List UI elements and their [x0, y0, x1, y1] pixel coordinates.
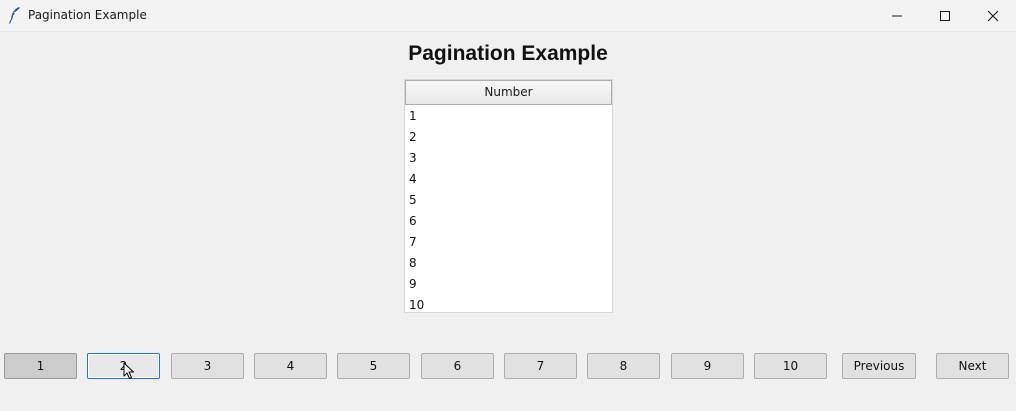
- page-button-1[interactable]: 1: [4, 353, 77, 379]
- page-button-3[interactable]: 3: [171, 353, 244, 379]
- page-heading: Pagination Example: [408, 42, 608, 65]
- minimize-button[interactable]: [874, 0, 920, 31]
- page-button-7[interactable]: 7: [504, 353, 577, 379]
- page-button-5[interactable]: 5: [337, 353, 410, 379]
- minimize-icon: [891, 10, 903, 22]
- table-body: 1 2 3 4 5 6 7 8 9 10: [405, 105, 612, 316]
- table-row[interactable]: 5: [405, 190, 612, 211]
- table-row[interactable]: 9: [405, 274, 612, 295]
- title-bar: Pagination Example: [0, 0, 1016, 32]
- close-icon: [987, 10, 999, 22]
- page-button-6[interactable]: 6: [421, 353, 494, 379]
- page-button-8[interactable]: 8: [587, 353, 660, 379]
- page-button-2[interactable]: 2: [87, 353, 160, 379]
- table-row[interactable]: 8: [405, 253, 612, 274]
- table-row[interactable]: 6: [405, 211, 612, 232]
- number-table[interactable]: Number 1 2 3 4 5 6 7 8 9 10: [404, 79, 613, 313]
- page-button-9[interactable]: 9: [671, 353, 744, 379]
- table-row[interactable]: 1: [405, 106, 612, 127]
- page-button-4[interactable]: 4: [254, 353, 327, 379]
- table-row[interactable]: 2: [405, 127, 612, 148]
- feather-icon: [8, 6, 22, 24]
- table-row[interactable]: 10: [405, 295, 612, 316]
- page-button-10[interactable]: 10: [754, 353, 827, 379]
- table-row[interactable]: 4: [405, 169, 612, 190]
- table-row[interactable]: 3: [405, 148, 612, 169]
- maximize-button[interactable]: [922, 0, 968, 31]
- column-header-number[interactable]: Number: [405, 80, 612, 105]
- close-button[interactable]: [970, 0, 1016, 31]
- table-row[interactable]: 7: [405, 232, 612, 253]
- previous-button[interactable]: Previous: [842, 353, 916, 379]
- maximize-icon: [939, 10, 951, 22]
- next-button[interactable]: Next: [936, 353, 1009, 379]
- window-title: Pagination Example: [28, 8, 147, 22]
